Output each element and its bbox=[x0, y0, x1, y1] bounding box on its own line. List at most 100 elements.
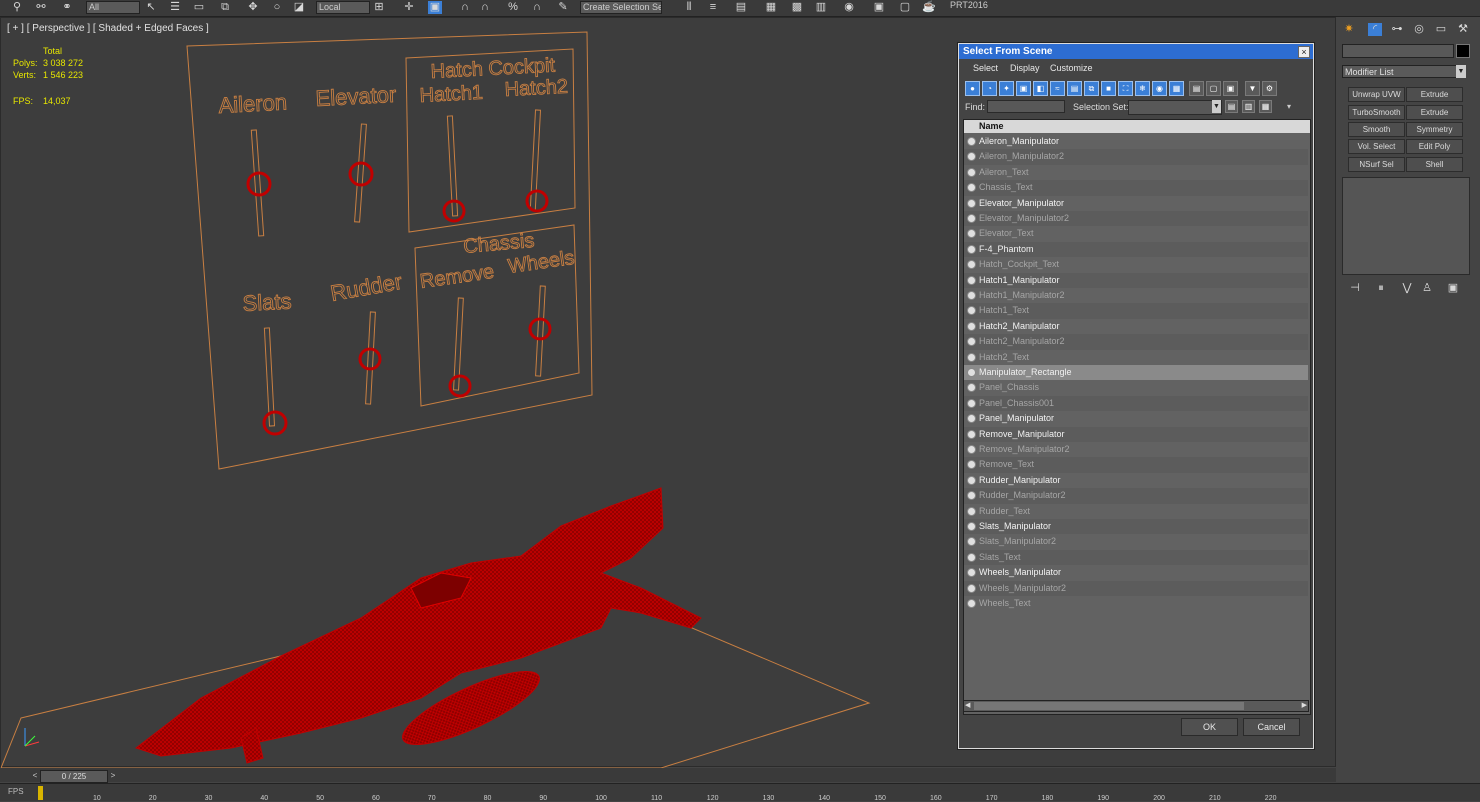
list-item[interactable]: Elevator_Manipulator2 bbox=[964, 211, 1308, 227]
render-icon[interactable]: ☕ bbox=[922, 1, 936, 14]
display-xrefs-icon[interactable]: ⧉ bbox=[1084, 81, 1099, 96]
hierarchy-tab-icon[interactable]: ⊶ bbox=[1390, 23, 1404, 36]
more-options-icon[interactable]: ▾ bbox=[1287, 102, 1291, 111]
modifier-symmetry-button[interactable]: Symmetry bbox=[1406, 122, 1463, 137]
list-item[interactable]: Wheels_Manipulator bbox=[964, 565, 1308, 580]
list-item[interactable]: Hatch_Cockpit_Text bbox=[964, 257, 1308, 272]
mirror-icon[interactable]: ⫴ bbox=[682, 1, 696, 14]
pin-stack-icon[interactable]: ⊣ bbox=[1348, 282, 1362, 295]
list-item[interactable]: Wheels_Text bbox=[964, 596, 1308, 611]
pivot-icon[interactable]: ⊞ bbox=[372, 1, 386, 14]
list-item[interactable]: Manipulator_Rectangle bbox=[964, 365, 1308, 381]
display-shapes-icon[interactable]: ◔ bbox=[982, 81, 997, 96]
display-containers-icon[interactable]: ⛶ bbox=[1118, 81, 1133, 96]
ok-button[interactable]: OK bbox=[1181, 718, 1238, 736]
select-all-icon[interactable]: ▤ bbox=[1189, 81, 1204, 96]
menu-display[interactable]: Display bbox=[1010, 63, 1040, 73]
list-item[interactable]: Chassis_Text bbox=[964, 180, 1308, 196]
select-none-icon[interactable]: ▢ bbox=[1206, 81, 1221, 96]
rect-region-icon[interactable]: ▭ bbox=[192, 1, 206, 14]
selset-manage-icon[interactable]: ▦ bbox=[1259, 100, 1272, 113]
list-item[interactable]: Remove_Manipulator2 bbox=[964, 442, 1308, 457]
display-hidden-icon[interactable]: ◉ bbox=[1152, 81, 1167, 96]
select-manipulate-icon[interactable]: ✛ bbox=[402, 1, 416, 14]
list-item[interactable]: Elevator_Manipulator bbox=[964, 196, 1308, 211]
modifier-nsurf-sel-button[interactable]: NSurf Sel bbox=[1348, 157, 1405, 172]
modifier-extrude-button-2[interactable]: Extrude bbox=[1406, 105, 1463, 120]
list-item[interactable]: Hatch2_Text bbox=[964, 350, 1308, 365]
edit-named-selection-icon[interactable]: ✎ bbox=[556, 1, 570, 14]
link-icon[interactable]: ⚲ bbox=[10, 1, 24, 14]
modify-tab-icon[interactable]: ◜ bbox=[1368, 23, 1382, 36]
selection-filter-dropdown[interactable]: All bbox=[86, 1, 140, 14]
utilities-tab-icon[interactable]: ⚒ bbox=[1456, 23, 1470, 36]
track-bar[interactable]: FPS 10 20 30 40 50 60 70 80 90 100 110 120 130 140 150… bbox=[0, 783, 1480, 802]
viewport-label[interactable]: [ + ] [ Perspective ] [ Shaded + Edged F… bbox=[7, 23, 209, 34]
chevron-down-icon[interactable]: ▼ bbox=[1212, 100, 1221, 113]
dialog-title[interactable]: Select From Scene bbox=[959, 44, 1313, 59]
list-item[interactable]: Slats_Text bbox=[964, 549, 1308, 566]
keyboard-shortcut-icon[interactable]: ▣ bbox=[428, 1, 442, 14]
list-item[interactable]: Slats_Manipulator bbox=[964, 519, 1308, 535]
list-item[interactable]: Remove_Manipulator bbox=[964, 426, 1308, 442]
object-name-field[interactable] bbox=[1342, 44, 1454, 58]
display-all-icon[interactable]: ▦ bbox=[1169, 81, 1184, 96]
object-color-swatch[interactable] bbox=[1456, 44, 1470, 58]
schematic-icon[interactable]: ▥ bbox=[814, 1, 828, 14]
scrollbar-thumb[interactable] bbox=[974, 702, 1244, 710]
render-frame-icon[interactable]: ▢ bbox=[898, 1, 912, 14]
modifier-edit-poly-button[interactable]: Edit Poly bbox=[1406, 139, 1463, 154]
display-groups-icon[interactable]: ▤ bbox=[1067, 81, 1082, 96]
show-end-result-icon[interactable]: ⏸ bbox=[1374, 282, 1388, 295]
filter-icon[interactable]: ▼ bbox=[1245, 81, 1260, 96]
layer-manager-icon[interactable]: ▤ bbox=[734, 1, 748, 14]
percent-snap-icon[interactable]: % bbox=[506, 1, 520, 14]
list-item[interactable]: Aileron_Manipulator2 bbox=[964, 149, 1308, 165]
find-input[interactable] bbox=[987, 100, 1065, 113]
modifier-turbosmooth-button[interactable]: TurboSmooth bbox=[1348, 105, 1405, 120]
material-editor-icon[interactable]: ◉ bbox=[842, 1, 856, 14]
display-cameras-icon[interactable]: ▣ bbox=[1016, 81, 1031, 96]
list-item[interactable]: Panel_Manipulator bbox=[964, 411, 1308, 426]
named-selection-dropdown[interactable]: Create Selection Se bbox=[580, 1, 662, 14]
remove-modifier-icon[interactable]: ♙ bbox=[1420, 282, 1434, 295]
list-item[interactable]: Remove_Text bbox=[964, 457, 1308, 473]
display-bones-icon[interactable]: ■ bbox=[1101, 81, 1116, 96]
list-item[interactable]: Panel_Chassis001 bbox=[964, 395, 1308, 412]
horizontal-scrollbar[interactable]: ◀ ▶ bbox=[963, 700, 1309, 712]
modifier-extrude-button[interactable]: Extrude bbox=[1406, 87, 1463, 102]
modifier-unwrap-uvw-button[interactable]: Unwrap UVW bbox=[1348, 87, 1405, 102]
list-item[interactable]: Hatch2_Manipulator bbox=[964, 319, 1308, 334]
list-item[interactable]: Hatch1_Text bbox=[964, 303, 1308, 319]
configure-sets-icon[interactable]: ▣ bbox=[1446, 282, 1460, 295]
angle-snap-icon[interactable]: ∩ bbox=[478, 1, 492, 14]
list-item[interactable]: Rudder_Manipulator2 bbox=[964, 488, 1308, 504]
display-frozen-icon[interactable]: ❄ bbox=[1135, 81, 1150, 96]
scroll-left-icon[interactable]: ◀ bbox=[965, 701, 970, 709]
selset-add-icon[interactable]: ▤ bbox=[1225, 100, 1238, 113]
dialog-close-button[interactable]: × bbox=[1298, 46, 1310, 58]
list-item[interactable]: Hatch1_Manipulator2 bbox=[964, 288, 1308, 303]
align-icon[interactable]: ≡ bbox=[706, 1, 720, 14]
move-icon[interactable]: ✥ bbox=[246, 1, 260, 14]
selset-remove-icon[interactable]: ▥ bbox=[1242, 100, 1255, 113]
modifier-stack[interactable] bbox=[1342, 177, 1470, 275]
list-item[interactable]: Hatch1_Manipulator bbox=[964, 272, 1308, 288]
list-item[interactable]: Wheels_Manipulator2 bbox=[964, 580, 1308, 596]
unlink-icon[interactable]: ⚯ bbox=[34, 1, 48, 14]
list-item[interactable]: F-4_Phantom bbox=[964, 241, 1308, 258]
rotate-icon[interactable]: ○ bbox=[270, 1, 284, 14]
list-item[interactable]: Rudder_Text bbox=[964, 504, 1308, 519]
curve-editor-icon[interactable]: ▩ bbox=[790, 1, 804, 14]
prev-frame-icon[interactable]: < bbox=[30, 770, 40, 781]
menu-customize[interactable]: Customize bbox=[1050, 63, 1093, 73]
list-item[interactable]: Elevator_Text bbox=[964, 226, 1308, 241]
display-geometry-icon[interactable]: ● bbox=[965, 81, 980, 96]
current-frame-marker[interactable] bbox=[38, 786, 43, 800]
scroll-right-icon[interactable]: ▶ bbox=[1302, 701, 1307, 709]
render-setup-icon[interactable]: ▣ bbox=[872, 1, 886, 14]
display-lights-icon[interactable]: ✦ bbox=[999, 81, 1014, 96]
display-helpers-icon[interactable]: ◧ bbox=[1033, 81, 1048, 96]
list-item[interactable]: Rudder_Manipulator bbox=[964, 473, 1308, 488]
cancel-button[interactable]: Cancel bbox=[1243, 718, 1300, 736]
